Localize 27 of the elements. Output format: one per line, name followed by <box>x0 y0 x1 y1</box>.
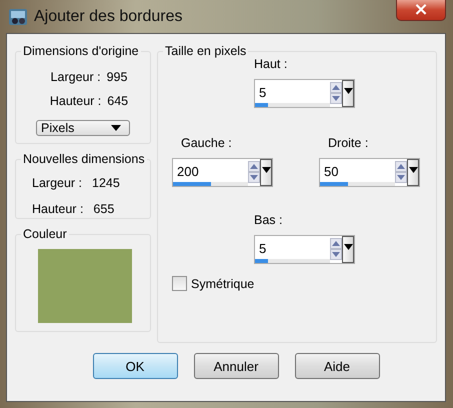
dialog-button[interactable]: Aide <box>294 353 380 379</box>
field-label: Haut : <box>254 57 288 71</box>
checkbox[interactable] <box>172 276 187 291</box>
dialog-button[interactable]: Annuler <box>194 353 278 379</box>
width-label: Largeur : <box>50 70 101 84</box>
width-value: 995 <box>106 70 128 84</box>
group-title: Couleur <box>21 227 69 241</box>
group-title: Nouvelles dimensions <box>21 152 147 166</box>
height-label: Hauteur : <box>32 202 84 216</box>
color-swatch[interactable] <box>38 249 132 323</box>
group-title: Dimensions d'origine <box>21 44 141 58</box>
app-icon <box>8 8 28 26</box>
dialog-button[interactable]: OK <box>92 353 178 379</box>
field-label: Bas : <box>254 213 284 227</box>
width-value: 1245 <box>92 176 120 190</box>
close-button[interactable]: × <box>396 0 446 21</box>
unit-dropdown[interactable]: Pixels <box>36 120 130 136</box>
height-value: 645 <box>107 94 128 108</box>
field-label: Droite : <box>327 136 370 150</box>
height-value: 655 <box>93 202 114 216</box>
width-label: Largeur : <box>32 176 82 190</box>
height-label: Hauteur : <box>50 94 102 108</box>
window-title: Ajouter des bordures <box>34 8 184 26</box>
field-label: Gauche : <box>180 136 233 150</box>
checkbox-label: Symétrique <box>191 276 254 290</box>
group-title: Taille en pixels <box>163 44 248 58</box>
caret-icon <box>111 125 121 131</box>
